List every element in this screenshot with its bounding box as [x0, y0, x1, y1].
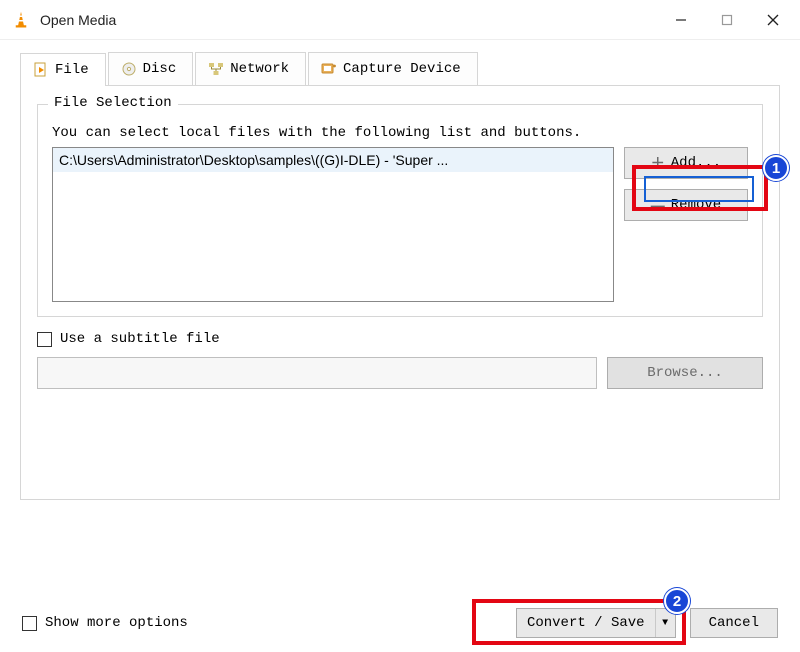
- tab-bar: File Disc Network Capture Device: [20, 52, 780, 86]
- minus-icon: —: [651, 197, 665, 213]
- close-button[interactable]: [750, 3, 796, 37]
- plus-icon: ＋: [651, 153, 665, 173]
- convert-save-button[interactable]: Convert / Save ▼: [516, 608, 676, 638]
- remove-button-label: Remove: [671, 197, 721, 213]
- subtitle-checkbox-label: Use a subtitle file: [60, 331, 220, 347]
- cancel-button[interactable]: Cancel: [690, 608, 778, 638]
- tab-capture[interactable]: Capture Device: [308, 52, 478, 85]
- tab-panel-file: File Selection You can select local file…: [20, 86, 780, 500]
- subtitle-path-input: [37, 357, 597, 389]
- footer-row: Show more options Convert / Save ▼ Cance…: [22, 608, 778, 638]
- browse-button[interactable]: Browse...: [607, 357, 763, 389]
- subtitle-row: Use a subtitle file: [37, 331, 763, 347]
- subtitle-checkbox[interactable]: [37, 332, 52, 347]
- file-list[interactable]: C:\Users\Administrator\Desktop\samples\(…: [52, 147, 614, 302]
- tab-network[interactable]: Network: [195, 52, 306, 85]
- minimize-button[interactable]: [658, 3, 704, 37]
- tab-file-label: File: [55, 62, 89, 78]
- remove-button[interactable]: — Remove: [624, 189, 748, 221]
- dialog-content: File Disc Network Capture Device File Se…: [0, 40, 800, 500]
- file-list-item[interactable]: C:\Users\Administrator\Desktop\samples\(…: [53, 148, 613, 172]
- tab-network-label: Network: [230, 61, 289, 77]
- tab-disc[interactable]: Disc: [108, 52, 194, 85]
- titlebar: Open Media: [0, 0, 800, 40]
- window-title: Open Media: [40, 12, 658, 28]
- show-more-label: Show more options: [45, 615, 188, 631]
- tab-capture-label: Capture Device: [343, 61, 461, 77]
- vlc-cone-icon: [12, 11, 30, 29]
- window-controls: [658, 3, 796, 37]
- file-selection-group: File Selection You can select local file…: [37, 104, 763, 317]
- maximize-button[interactable]: [704, 3, 750, 37]
- show-more-checkbox[interactable]: [22, 616, 37, 631]
- dropdown-caret-icon[interactable]: ▼: [655, 609, 675, 637]
- tab-file[interactable]: File: [20, 53, 106, 86]
- disc-icon: [121, 61, 137, 77]
- file-selection-instruction: You can select local files with the foll…: [52, 125, 748, 141]
- file-icon: [33, 62, 49, 78]
- file-selection-legend: File Selection: [48, 95, 178, 111]
- add-button[interactable]: ＋ Add...: [624, 147, 748, 179]
- capture-icon: [321, 61, 337, 77]
- add-button-label: Add...: [671, 155, 721, 171]
- cancel-button-label: Cancel: [709, 615, 759, 631]
- network-icon: [208, 61, 224, 77]
- convert-save-label: Convert / Save: [517, 609, 655, 637]
- browse-button-label: Browse...: [647, 365, 723, 381]
- tab-disc-label: Disc: [143, 61, 177, 77]
